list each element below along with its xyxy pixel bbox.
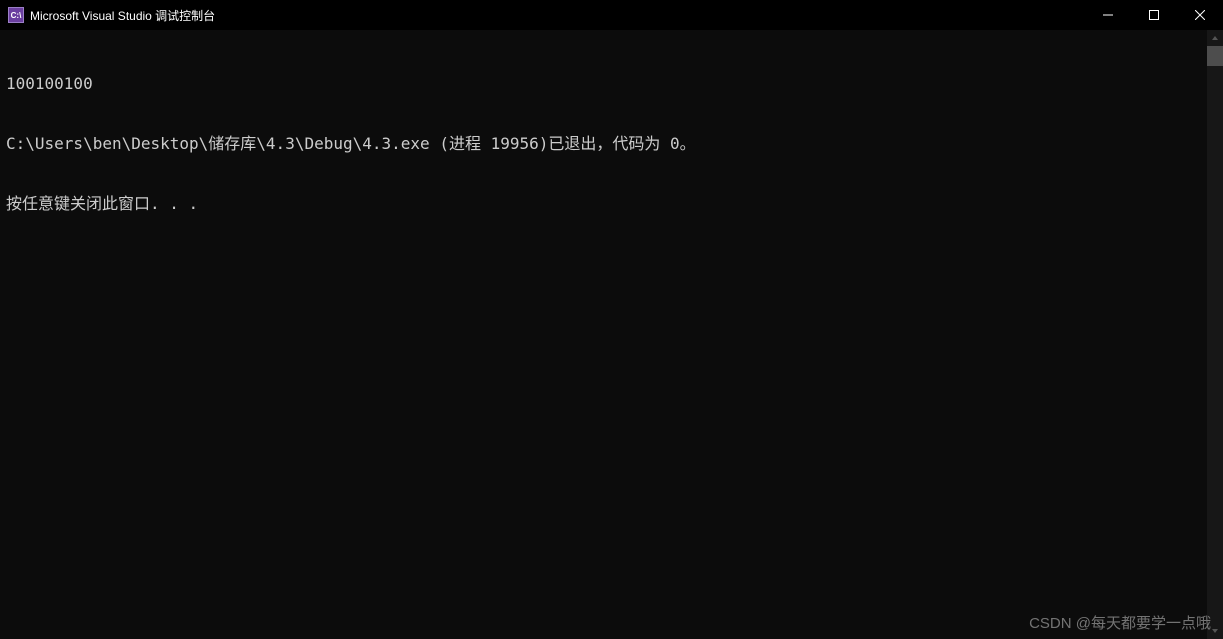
scroll-track[interactable] (1207, 46, 1223, 623)
app-icon: C:\ (8, 7, 24, 23)
titlebar-left: C:\ Microsoft Visual Studio 调试控制台 (0, 7, 215, 24)
minimize-icon (1103, 10, 1113, 20)
output-line: C:\Users\ben\Desktop\储存库\4.3\Debug\4.3.e… (6, 134, 1201, 154)
scroll-up-button[interactable] (1207, 30, 1223, 46)
maximize-button[interactable] (1131, 0, 1177, 30)
scroll-thumb[interactable] (1207, 46, 1223, 66)
titlebar: C:\ Microsoft Visual Studio 调试控制台 (0, 0, 1223, 30)
output-line: 100100100 (6, 74, 1201, 94)
maximize-icon (1149, 10, 1159, 20)
window-controls (1085, 0, 1223, 30)
minimize-button[interactable] (1085, 0, 1131, 30)
chevron-down-icon (1211, 627, 1219, 635)
scroll-down-button[interactable] (1207, 623, 1223, 639)
window-title: Microsoft Visual Studio 调试控制台 (30, 7, 215, 24)
output-line: 按任意键关闭此窗口. . . (6, 194, 1201, 214)
chevron-up-icon (1211, 34, 1219, 42)
close-button[interactable] (1177, 0, 1223, 30)
console-output[interactable]: 100100100 C:\Users\ben\Desktop\储存库\4.3\D… (0, 30, 1207, 639)
console-body: 100100100 C:\Users\ben\Desktop\储存库\4.3\D… (0, 30, 1223, 639)
close-icon (1195, 10, 1205, 20)
vertical-scrollbar[interactable] (1207, 30, 1223, 639)
